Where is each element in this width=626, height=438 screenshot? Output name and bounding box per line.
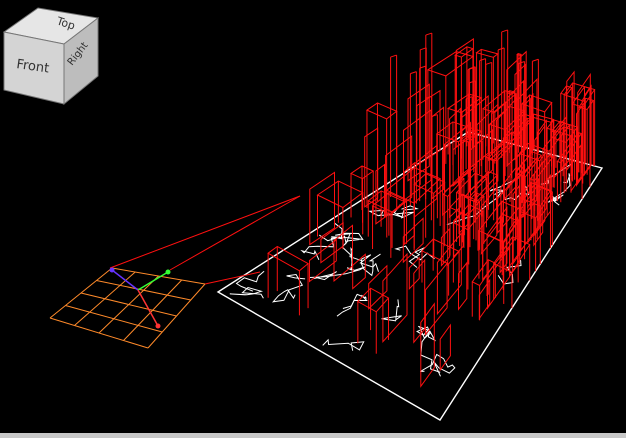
grid-line xyxy=(98,275,159,334)
axis-y-handle[interactable] xyxy=(165,269,171,275)
tower-edge xyxy=(532,58,539,62)
box-top xyxy=(426,51,475,77)
axis-x-handle[interactable] xyxy=(155,323,161,329)
wall-plane xyxy=(420,302,435,388)
contour-line xyxy=(419,353,456,377)
wall-plane xyxy=(424,261,448,337)
wall-plane xyxy=(440,227,451,267)
contour-line xyxy=(309,247,366,278)
wireframe-scene: Top Front Right xyxy=(2,7,604,421)
tower-edge xyxy=(425,32,432,36)
tower-edge xyxy=(501,29,508,33)
3d-viewport[interactable]: Top Front Right xyxy=(0,0,626,438)
tower-edge xyxy=(390,54,397,58)
wall-plane xyxy=(309,171,335,246)
box-top xyxy=(365,102,398,120)
tower-edge xyxy=(497,47,505,51)
contour-line xyxy=(359,253,381,277)
view-cube[interactable]: Top Front Right xyxy=(2,7,100,106)
tower-edge xyxy=(410,71,417,75)
box-top xyxy=(267,245,309,272)
status-strip xyxy=(0,433,626,438)
contour-line xyxy=(271,273,306,303)
grid-line xyxy=(123,279,183,341)
grid-line xyxy=(147,283,206,349)
tower-edge xyxy=(485,61,492,65)
contour-line xyxy=(300,234,338,261)
box-top xyxy=(475,48,499,58)
connector-lines xyxy=(109,195,301,285)
tower-edge xyxy=(479,58,486,62)
ground-grid xyxy=(49,267,206,349)
contour-line xyxy=(336,294,368,317)
box-top xyxy=(529,113,555,123)
axis-gizmo xyxy=(109,267,171,329)
grid-line xyxy=(96,280,191,301)
wall-plane xyxy=(439,323,451,372)
building-wireframes xyxy=(267,29,596,388)
connector-line xyxy=(169,195,301,271)
axis-z-handle[interactable] xyxy=(109,267,115,273)
